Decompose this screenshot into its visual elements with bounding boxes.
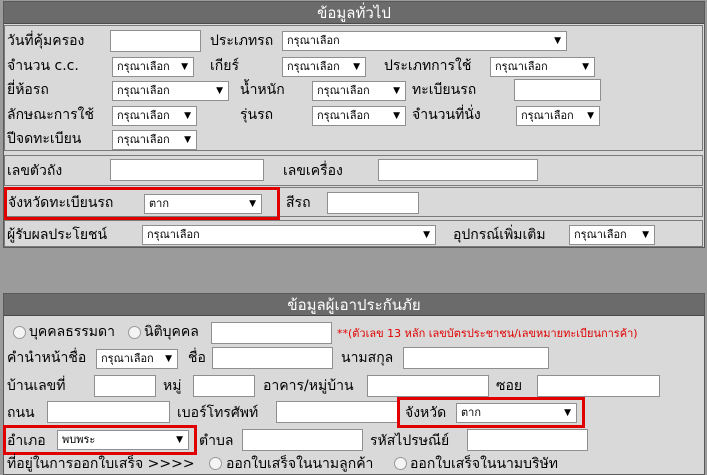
cc-select[interactable]: กรุณาเลือก ▼ xyxy=(112,57,194,77)
plate-input[interactable] xyxy=(514,79,601,101)
general-info-title: ข้อมูลทั่วไป xyxy=(4,2,704,24)
seats-select[interactable]: กรุณาเลือก ▼ xyxy=(516,106,600,126)
insured-info-title: ข้อมูลผู้เอาประกันภัย xyxy=(4,294,704,316)
chevron-down-icon: ▼ xyxy=(642,230,649,240)
phone-label: เบอร์โทรศัพท์ xyxy=(177,405,259,421)
beneficiary-label: ผู้รับผลประโยชน์ xyxy=(7,227,108,243)
cc-label: จำนวน c.c. xyxy=(7,58,79,74)
gear-label: เกียร์ xyxy=(210,58,239,74)
protect-date-label: วันที่คุ้มครอง xyxy=(7,33,85,49)
weight-select[interactable]: กรุณาเลือก ▼ xyxy=(312,81,406,101)
province-highlight xyxy=(4,187,280,220)
receipt-company-label: ออกใบเสร็จในนามบริษัท xyxy=(410,456,558,472)
engine-input[interactable] xyxy=(378,159,538,181)
building-label: อาคาร/หมู่บ้าน xyxy=(263,378,354,394)
chassis-section xyxy=(4,155,703,186)
gear-select[interactable]: กรุณาเลือก ▼ xyxy=(282,57,366,77)
usage-style-label: ลักษณะการใช้ xyxy=(7,107,94,123)
first-name-label: ชื่อ xyxy=(188,350,206,366)
soi-label: ซอย xyxy=(496,378,523,394)
road-input[interactable] xyxy=(47,401,170,423)
chevron-down-icon: ▼ xyxy=(554,36,561,46)
person-type-juristic-label: นิติบุคคล xyxy=(144,324,199,340)
color-input[interactable] xyxy=(327,192,419,214)
chevron-down-icon: ▼ xyxy=(582,62,589,72)
radio-icon[interactable] xyxy=(13,326,26,339)
seats-label: จำนวนที่นั่ง xyxy=(412,107,481,123)
house-no-label: บ้านเลขที่ xyxy=(7,378,66,394)
chassis-label: เลขตัวถัง xyxy=(7,163,63,179)
building-input[interactable] xyxy=(367,375,489,397)
prefix-select[interactable]: กรุณาเลือก ▼ xyxy=(96,349,178,369)
insured-province-highlight xyxy=(397,397,585,428)
reg-year-select[interactable]: กรุณาเลือก ▼ xyxy=(112,130,197,150)
first-name-input[interactable] xyxy=(212,347,333,369)
chevron-down-icon: ▼ xyxy=(181,62,188,72)
chevron-down-icon: ▼ xyxy=(423,230,430,240)
subdistrict-input[interactable] xyxy=(242,429,363,451)
chevron-down-icon: ▼ xyxy=(184,135,191,145)
id-number-input[interactable] xyxy=(211,322,332,344)
soi-input[interactable] xyxy=(537,375,660,397)
weight-label: น้ำหนัก xyxy=(240,82,285,98)
subdistrict-label: ตำบล xyxy=(199,433,234,449)
house-no-input[interactable] xyxy=(94,375,156,397)
last-name-input[interactable] xyxy=(403,347,549,369)
chevron-down-icon: ▼ xyxy=(353,62,360,72)
car-type-label: ประเภทรถ xyxy=(210,33,274,49)
model-label: รุ่นรถ xyxy=(240,107,274,123)
id-note: **(ตัวเลข 13 หลัก เลขบัตรประชาชน/เลขหมาย… xyxy=(337,327,638,340)
usage-type-label: ประเภทการใช้ xyxy=(384,58,472,74)
chassis-input[interactable] xyxy=(110,159,264,181)
chevron-down-icon: ▼ xyxy=(165,354,172,364)
protect-date-input[interactable] xyxy=(110,30,201,52)
moo-input[interactable] xyxy=(193,375,255,397)
accessories-select[interactable]: กรุณาเลือก ▼ xyxy=(569,225,655,245)
last-name-label: นามสกุล xyxy=(341,350,394,366)
reg-year-label: ปีจดทะเบียน xyxy=(7,131,82,147)
chevron-down-icon: ▼ xyxy=(393,111,400,121)
receipt-customer-label: ออกใบเสร็จในนามลูกค้า xyxy=(226,456,374,472)
chevron-down-icon: ▼ xyxy=(184,111,191,121)
radio-icon[interactable] xyxy=(128,326,141,339)
moo-label: หมู่ xyxy=(163,378,182,394)
postcode-input[interactable] xyxy=(467,429,588,451)
model-select[interactable]: กรุณาเลือก ▼ xyxy=(312,106,406,126)
postcode-label: รหัสไปรษณีย์ xyxy=(370,433,450,449)
usage-type-select[interactable]: กรุณาเลือก ▼ xyxy=(490,57,595,77)
usage-style-select[interactable]: กรุณาเลือก ▼ xyxy=(112,106,197,126)
chevron-down-icon: ▼ xyxy=(216,86,223,96)
brand-label: ยี่ห้อรถ xyxy=(7,82,49,98)
radio-icon[interactable] xyxy=(394,457,407,470)
brand-select[interactable]: กรุณาเลือก ▼ xyxy=(112,81,229,101)
chevron-down-icon: ▼ xyxy=(587,111,594,121)
car-type-select[interactable]: กรุณาเลือก ▼ xyxy=(282,31,567,51)
radio-icon[interactable] xyxy=(209,457,222,470)
accessories-label: อุปกรณ์เพิ่มเติม xyxy=(453,227,546,243)
district-highlight xyxy=(3,425,197,455)
person-type-individual-label: บุคคลธรรมดา xyxy=(29,324,115,340)
plate-label: ทะเบียนรถ xyxy=(412,82,477,98)
engine-label: เลขเครื่อง xyxy=(283,163,343,179)
phone-input[interactable] xyxy=(276,401,400,423)
color-label: สีรถ xyxy=(286,195,311,211)
beneficiary-select[interactable]: กรุณาเลือก ▼ xyxy=(142,225,436,245)
chevron-down-icon: ▼ xyxy=(393,86,400,96)
receipt-address-label: ที่อยู่ในการออกใบเสร็จ >>>> xyxy=(7,456,195,472)
road-label: ถนน xyxy=(7,405,35,421)
prefix-label: คำนำหน้าชื่อ xyxy=(7,350,87,366)
